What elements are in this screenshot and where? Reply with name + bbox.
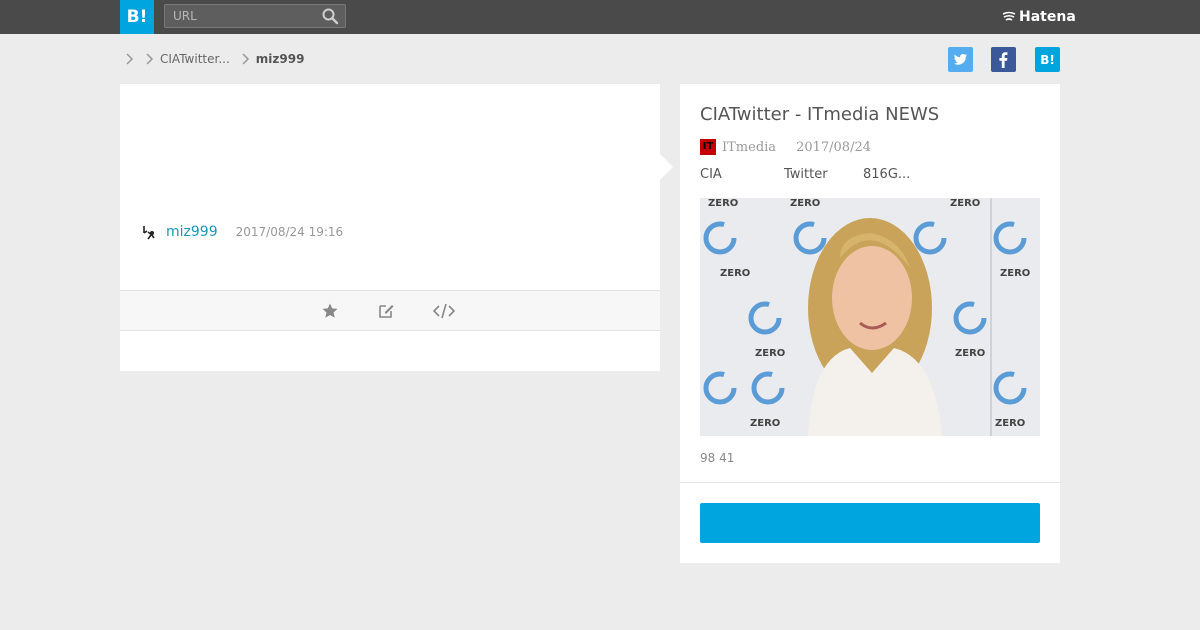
- avatar[interactable]: [140, 223, 158, 241]
- tag-link[interactable]: 816G...: [863, 167, 910, 185]
- svg-text:ZERO: ZERO: [1000, 268, 1030, 279]
- svg-text:ZERO: ZERO: [720, 268, 750, 279]
- svg-text:B!: B!: [1040, 53, 1055, 67]
- edit-icon[interactable]: [376, 301, 396, 321]
- twitter-icon: [954, 53, 967, 65]
- share-hatena-button[interactable]: B!: [1035, 47, 1060, 72]
- svg-text:ZERO: ZERO: [955, 348, 985, 359]
- bookmark-user-row: miz999 2017/08/24 19:16: [140, 222, 343, 242]
- breadcrumb: CIATwitter... miz999: [120, 49, 304, 69]
- site-name-link[interactable]: ITmedia: [722, 140, 776, 155]
- search-icon[interactable]: [321, 7, 339, 25]
- hatena-brand[interactable]: Hatena: [1002, 7, 1076, 27]
- add-bookmark-button[interactable]: [700, 503, 1040, 543]
- embed-code-icon[interactable]: [432, 301, 456, 321]
- tag-link[interactable]: CIA: [700, 167, 764, 185]
- chevron-right-icon: [242, 53, 249, 65]
- entry-card: CIATwitter - ITmedia NEWS IT ITmedia 201…: [680, 84, 1060, 563]
- svg-text:ZERO: ZERO: [708, 198, 738, 209]
- breadcrumb-current-user: miz999: [255, 52, 305, 66]
- svg-text:ZERO: ZERO: [950, 198, 980, 209]
- svg-text:ZERO: ZERO: [995, 418, 1025, 429]
- star-icon[interactable]: [320, 301, 340, 321]
- site-favicon-icon: IT: [700, 139, 716, 155]
- share-twitter-button[interactable]: [948, 47, 973, 72]
- bookmark-counts: 98 41: [700, 451, 735, 465]
- hatena-bookmark-logo[interactable]: B!: [120, 0, 154, 34]
- svg-text:ZERO: ZERO: [750, 418, 780, 429]
- bookmark-timestamp[interactable]: 2017/08/24 19:16: [236, 225, 344, 239]
- bookmark-action-bar: [120, 290, 660, 331]
- entry-date: 2017/08/24: [796, 139, 871, 155]
- hatena-wings-icon: [1002, 11, 1016, 21]
- hatena-label: Hatena: [1019, 9, 1076, 25]
- top-bar: B! Hatena: [0, 0, 1200, 34]
- hatena-bookmark-icon: B!: [1040, 53, 1055, 67]
- breadcrumb-entry-link[interactable]: CIATwitter...: [160, 52, 230, 66]
- url-search-box[interactable]: [164, 4, 346, 28]
- chevron-right-icon: [146, 53, 154, 65]
- share-facebook-button[interactable]: [991, 47, 1016, 72]
- entry-tags: CIA Twitter 816G...: [700, 167, 930, 185]
- card-pointer-arrow: [660, 154, 673, 180]
- entry-thumbnail-image[interactable]: ZERO ZERO ZERO ZERO ZERO ZERO ZERO ZERO ZERO: [700, 198, 1040, 436]
- entry-site-row: IT ITmedia 2017/08/24: [700, 138, 871, 156]
- divider: [680, 482, 1060, 483]
- bookmark-comment-card: miz999 2017/08/24 19:16: [120, 84, 660, 371]
- entry-title-link[interactable]: CIATwitter - ITmedia NEWS: [700, 104, 1040, 125]
- username-link[interactable]: miz999: [166, 224, 218, 240]
- tag-link[interactable]: Twitter: [784, 167, 843, 185]
- svg-text:ZERO: ZERO: [755, 348, 785, 359]
- chevron-right-icon[interactable]: [124, 52, 134, 66]
- svg-text:ZERO: ZERO: [790, 198, 820, 209]
- entry-photo: ZERO ZERO ZERO ZERO ZERO ZERO ZERO ZERO ZERO: [700, 198, 1040, 436]
- facebook-icon: [999, 52, 1008, 68]
- url-search-input[interactable]: [165, 5, 315, 27]
